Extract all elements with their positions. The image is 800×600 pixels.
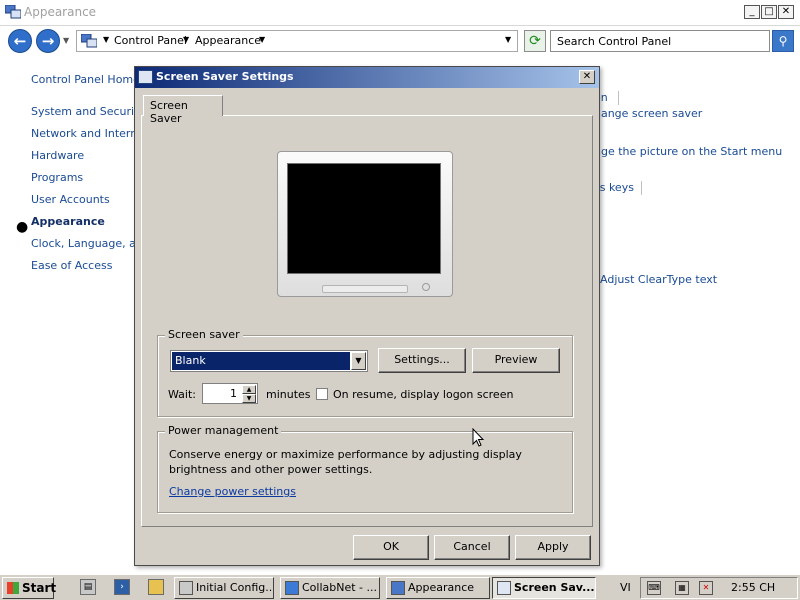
dialog-title: Screen Saver Settings (156, 70, 294, 83)
chevron-down-icon[interactable]: ▼ (183, 35, 189, 44)
screen-saver-group-label: Screen saver (165, 328, 243, 341)
link-separator (641, 181, 642, 195)
power-management-group-label: Power management (165, 424, 282, 437)
stepper-up-icon[interactable]: ▲ (242, 385, 256, 394)
start-button[interactable]: Start (2, 577, 57, 599)
monitor-bezel-bar (322, 285, 408, 293)
stepper-down-icon[interactable]: ▼ (242, 394, 256, 403)
taskbar-button-collabnet[interactable]: CollabNet - ... (280, 577, 380, 599)
cancel-button[interactable]: Cancel (434, 535, 510, 560)
server-manager-icon[interactable]: ▤ (80, 579, 96, 595)
chevron-down-icon[interactable]: ▼ (351, 352, 366, 370)
sidebar-item-system-security[interactable]: System and Security (31, 105, 145, 118)
powershell-icon[interactable]: › (114, 579, 130, 595)
resume-logon-checkbox[interactable] (316, 388, 328, 400)
config-icon (179, 581, 193, 595)
browser-icon (285, 581, 299, 595)
power-management-group: Power management Conserve energy or maxi… (157, 424, 573, 513)
control-panel-icon (81, 34, 97, 48)
taskbar-button-label: Initial Config... (196, 581, 274, 594)
recent-pages-dropdown-icon[interactable]: ▼ (63, 36, 69, 45)
forward-button[interactable]: → (36, 29, 60, 53)
selected-screen-saver: Blank (172, 352, 350, 370)
sidebar-item-ease-of-access[interactable]: Ease of Access (31, 259, 112, 272)
network-icon[interactable]: ▦ (675, 581, 689, 595)
system-tray: ⌨ ▦ ✕ 2:55 CH (640, 577, 798, 599)
explorer-folder-icon[interactable] (148, 579, 164, 595)
screen-saver-icon (138, 70, 153, 84)
minutes-label: minutes (266, 388, 311, 401)
back-button[interactable]: ← (8, 29, 32, 53)
adjust-cleartype-link[interactable]: Adjust ClearType text (600, 273, 717, 286)
volume-muted-icon[interactable]: ✕ (699, 581, 713, 595)
search-input[interactable]: Search Control Panel (550, 30, 770, 52)
preview-button[interactable]: Preview (472, 348, 560, 373)
sidebar-item-user-accounts[interactable]: User Accounts (31, 193, 110, 206)
preview-screen (287, 163, 441, 274)
apply-button[interactable]: Apply (515, 535, 591, 560)
ok-button[interactable]: OK (353, 535, 429, 560)
sidebar-item-appearance[interactable]: Appearance (31, 215, 105, 228)
window-titlebar: Appearance _ □ ✕ (0, 0, 800, 26)
settings-button[interactable]: Settings... (378, 348, 466, 373)
wait-value: 1 (230, 387, 237, 400)
taskbar: Start ▤ › Initial Config... CollabNet - … (0, 574, 800, 600)
search-placeholder: Search Control Panel (557, 35, 672, 48)
wait-minutes-stepper[interactable]: 1 ▲ ▼ (202, 383, 258, 404)
taskbar-button-initial-config[interactable]: Initial Config... (174, 577, 274, 599)
navigation-bar: ← → ▼ ▼ Control Panel ▼ Appearance ▼ ▼ ⟳… (0, 26, 800, 56)
window-title: Appearance (24, 5, 97, 19)
power-management-description: Conserve energy or maximize performance … (169, 448, 522, 476)
screen-saver-group: Screen saver Blank ▼ Settings... Preview… (157, 328, 573, 417)
sidebar: Control Panel Home System and Security N… (0, 56, 150, 574)
refresh-button[interactable]: ⟳ (524, 30, 546, 52)
windows-logo-icon (7, 582, 19, 594)
control-panel-icon (5, 5, 21, 19)
address-bar[interactable]: ▼ Control Panel ▼ Appearance ▼ ▼ (76, 30, 518, 52)
link-separator (618, 91, 619, 105)
maximize-button[interactable]: □ (761, 5, 777, 19)
change-power-settings-link[interactable]: Change power settings (169, 485, 296, 498)
breadcrumb-control-panel[interactable]: Control Panel (114, 34, 187, 47)
monitor-preview (277, 151, 453, 297)
power-led-icon (422, 283, 430, 291)
clock[interactable]: 2:55 CH (731, 581, 775, 594)
sidebar-item-clock-language[interactable]: Clock, Language, and (31, 237, 150, 250)
chevron-down-icon[interactable]: ▼ (259, 35, 265, 44)
minimize-button[interactable]: _ (744, 5, 760, 19)
screen-saver-dialog: Screen Saver Settings ✕ Screen Saver Scr… (134, 66, 600, 566)
dialog-titlebar: Screen Saver Settings ✕ (135, 67, 599, 88)
sidebar-item-control-panel-home[interactable]: Control Panel Home (31, 73, 140, 86)
screen-saver-icon (497, 581, 511, 595)
taskbar-button-label: CollabNet - ... (302, 581, 378, 594)
sidebar-item-programs[interactable]: Programs (31, 171, 83, 184)
chevron-down-icon[interactable]: ▼ (103, 35, 109, 44)
mouse-cursor-icon (472, 428, 485, 447)
keyboard-icon[interactable]: ⌨ (647, 581, 661, 595)
control-panel-icon (391, 581, 405, 595)
sidebar-item-hardware[interactable]: Hardware (31, 149, 84, 162)
change-screen-saver-link[interactable]: hange screen saver (594, 107, 702, 120)
start-label: Start (22, 581, 57, 595)
breadcrumb-appearance[interactable]: Appearance (195, 34, 261, 47)
wait-label: Wait: (168, 388, 196, 401)
screen-saver-select[interactable]: Blank ▼ (170, 350, 368, 372)
close-button[interactable]: ✕ (778, 5, 794, 19)
active-bullet-icon: ● (16, 219, 29, 235)
sidebar-item-network[interactable]: Network and Interne (31, 127, 144, 140)
tab-screen-saver[interactable]: Screen Saver (143, 95, 223, 125)
language-indicator[interactable]: VI (620, 581, 631, 594)
change-start-menu-picture-link[interactable]: nge the picture on the Start menu (594, 145, 782, 158)
dialog-close-button[interactable]: ✕ (579, 70, 595, 84)
taskbar-button-screen-saver[interactable]: Screen Sav... (492, 577, 596, 599)
search-icon[interactable]: ⚲ (772, 30, 794, 52)
resume-logon-label[interactable]: On resume, display logon screen (333, 388, 513, 401)
address-history-dropdown-icon[interactable]: ▼ (505, 35, 511, 44)
taskbar-button-label: Screen Sav... (514, 581, 595, 594)
taskbar-button-label: Appearance (408, 581, 475, 594)
taskbar-button-appearance[interactable]: Appearance (386, 577, 490, 599)
